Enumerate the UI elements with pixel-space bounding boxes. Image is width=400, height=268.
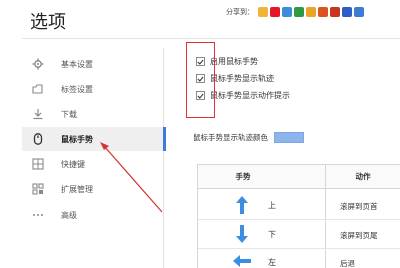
trail-color-swatch[interactable] xyxy=(274,132,304,143)
column-divider xyxy=(325,165,326,268)
show-hint-label: 鼠标手势显示动作提示 xyxy=(210,91,290,100)
enable-gestures-label: 启用鼠标手势 xyxy=(210,57,258,66)
action-label: 后退 xyxy=(340,259,355,268)
shortcut-icon xyxy=(32,158,44,170)
direction-label: 左 xyxy=(268,258,276,267)
share-bar: 分享到： xyxy=(226,6,366,18)
qq-space-icon[interactable] xyxy=(258,7,268,17)
arrow-up-icon xyxy=(234,195,250,215)
column-header-action: 动作 xyxy=(325,165,400,189)
mouse-icon xyxy=(32,133,44,145)
arrow-left-icon xyxy=(232,253,252,268)
sidebar-item-tab-settings[interactable]: 标签设置 xyxy=(22,77,164,101)
sidebar-item-label: 高级 xyxy=(61,210,77,220)
sidebar-item-mouse-gestures[interactable]: 鼠标手势 xyxy=(22,127,166,151)
trail-color-label: 鼠标手势显示轨迹颜色 xyxy=(193,133,268,142)
direction-label: 下 xyxy=(268,230,276,239)
weibo-icon[interactable] xyxy=(270,7,280,17)
sidebar-item-download[interactable]: 下载 xyxy=(22,102,164,126)
tencent-weibo-icon[interactable] xyxy=(282,7,292,17)
header-divider xyxy=(22,38,400,39)
sidebar-item-extensions[interactable]: 扩展管理 xyxy=(22,177,164,201)
action-label: 滚屏到页首 xyxy=(340,202,378,211)
sidebar-item-label: 基本设置 xyxy=(61,59,93,69)
star-icon[interactable] xyxy=(306,7,316,17)
baidu-icon[interactable] xyxy=(342,7,352,17)
gear-icon xyxy=(32,58,44,70)
tab-icon xyxy=(32,83,44,95)
renren-icon[interactable] xyxy=(318,7,328,17)
column-header-spacer xyxy=(288,165,325,189)
download-icon xyxy=(32,108,44,120)
douban-icon[interactable] xyxy=(294,7,304,17)
sidebar-item-shortcuts[interactable]: 快捷键 xyxy=(22,152,164,176)
tieba-icon[interactable] xyxy=(354,7,364,17)
kaixin-icon[interactable] xyxy=(330,7,340,17)
row-divider xyxy=(198,219,400,220)
sidebar-item-basic-settings[interactable]: 基本设置 xyxy=(22,52,164,76)
gesture-table: 手势 动作 上 滚屏到页首 下 滚屏到页尾 左 后退 xyxy=(197,164,400,268)
sidebar-item-label: 快捷键 xyxy=(61,159,85,169)
trail-color-row: 鼠标手势显示轨迹颜色 xyxy=(193,132,304,143)
annotation-highlight-box xyxy=(186,42,215,118)
share-label: 分享到： xyxy=(226,8,254,16)
sidebar-item-advanced[interactable]: 高级 xyxy=(22,203,164,227)
column-header-gesture: 手势 xyxy=(198,165,288,189)
arrow-down-icon xyxy=(234,224,250,244)
show-trail-label: 鼠标手势显示轨迹 xyxy=(210,74,274,83)
sidebar-item-label: 扩展管理 xyxy=(61,184,93,194)
more-icon xyxy=(32,209,44,221)
direction-label: 上 xyxy=(268,201,276,210)
row-divider xyxy=(198,248,400,249)
window-title: 选项 xyxy=(30,12,66,33)
sidebar-item-label: 鼠标手势 xyxy=(61,134,93,144)
sidebar: 基本设置 标签设置 下载 鼠标手势 快捷键 扩展管理 高级 xyxy=(22,48,166,268)
extension-icon xyxy=(32,183,44,195)
sidebar-item-label: 下载 xyxy=(61,109,77,119)
action-label: 滚屏到页尾 xyxy=(340,231,378,240)
sidebar-item-label: 标签设置 xyxy=(61,84,93,94)
